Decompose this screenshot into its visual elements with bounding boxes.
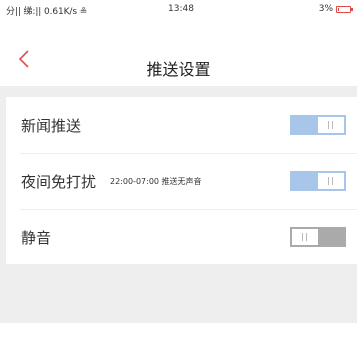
night-dnd-toggle[interactable] — [290, 171, 346, 191]
setting-row-news-push: 新闻推送 — [6, 97, 357, 153]
settings-card: 新闻推送 夜间免打扰 22:00-07:00 推送无声音 静音 — [6, 97, 357, 264]
setting-row-night-dnd: 夜间免打扰 22:00-07:00 推送无声音 — [6, 153, 357, 209]
setting-row-mute: 静音 — [6, 209, 357, 265]
status-bar: 分|| 绨:|| 0.61K/s ≗ 13:48 3% — [0, 0, 357, 18]
setting-label: 静音 — [21, 228, 52, 247]
network-status: 分|| 绨:|| 0.61K/s ≗ — [6, 7, 88, 17]
setting-note: 22:00-07:00 推送无声音 — [110, 176, 202, 186]
setting-label: 夜间免打扰 — [21, 172, 97, 191]
navbar: 推送设置 — [0, 18, 357, 86]
battery-percent: 3% — [318, 4, 333, 14]
toggle-knob — [318, 117, 344, 133]
setting-label: 新闻推送 — [21, 116, 82, 135]
toggle-knob — [318, 173, 344, 189]
battery-status: 3% — [318, 4, 353, 14]
status-time: 13:48 — [168, 4, 194, 14]
news-push-toggle[interactable] — [290, 115, 346, 135]
bottom-blank-area — [0, 323, 357, 364]
mute-toggle[interactable] — [290, 227, 346, 247]
toggle-knob — [292, 229, 318, 245]
page-title: 推送设置 — [146, 60, 211, 79]
battery-icon — [336, 5, 353, 13]
battery-level — [338, 7, 339, 11]
